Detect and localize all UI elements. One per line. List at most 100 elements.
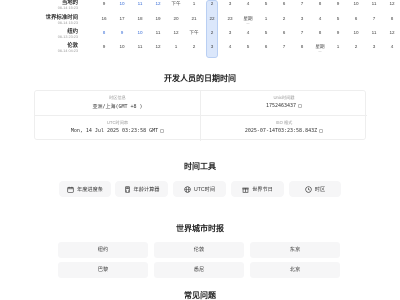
timezone-date-time: 06-14 15:23 <box>57 21 78 25</box>
hour-value: 8 <box>390 16 394 21</box>
hour-cell[interactable]: 18 <box>134 16 146 28</box>
hour-value: 11 <box>137 1 143 6</box>
hour-cell[interactable]: 3 <box>224 1 236 13</box>
hour-cell[interactable]: 2 <box>206 1 218 13</box>
copy-icon[interactable] <box>298 103 303 108</box>
hour-cell[interactable]: 11 <box>134 1 146 13</box>
hour-cell[interactable]: 10 <box>350 30 362 42</box>
hour-cell[interactable]: 星期一 <box>242 16 254 28</box>
hour-cell[interactable]: 4 <box>242 1 254 13</box>
hour-cell[interactable]: 22 <box>206 16 218 28</box>
city-beijing[interactable]: 北京 <box>250 262 340 278</box>
hour-cell[interactable]: 5 <box>332 16 344 28</box>
hour-cell[interactable]: 8 <box>314 1 326 13</box>
hour-value: 2 <box>282 16 286 21</box>
hour-cells: 16 17 18 19 20 21 22 23 星期一 1 2 3 4 5 6 7 8 <box>98 15 398 29</box>
age-calculator-label: 年龄计算器 <box>133 186 160 193</box>
hour-cell[interactable]: 8 <box>98 30 110 42</box>
age-calculator-button[interactable]: 年龄计算器 <box>115 181 168 197</box>
hour-cell[interactable]: 6 <box>278 1 290 13</box>
hour-value: 9 <box>336 1 340 6</box>
hour-cell[interactable]: 4 <box>242 30 254 42</box>
hour-cell[interactable]: 12 <box>386 30 398 42</box>
copy-icon[interactable] <box>319 128 324 133</box>
copy-icon[interactable] <box>160 128 165 133</box>
hour-cell[interactable]: 20 <box>170 16 182 28</box>
world-holidays-button[interactable]: 世界节日 <box>231 181 284 197</box>
hour-cell[interactable]: 8 <box>296 44 308 56</box>
timezone-button[interactable]: 时区 <box>289 181 341 197</box>
hour-cell[interactable]: 10 <box>116 1 128 13</box>
city-sydney[interactable]: 悉尼 <box>154 262 244 278</box>
hour-cell[interactable]: 11 <box>368 1 380 13</box>
hour-cell[interactable]: 4 <box>386 44 398 56</box>
hour-cell[interactable]: 19 <box>152 16 164 28</box>
hour-cell[interactable]: 7 <box>296 30 308 42</box>
hour-cell[interactable]: 4 <box>314 16 326 28</box>
hour-cell[interactable]: 5 <box>260 30 272 42</box>
year-progress-label: 年度进度条 <box>77 186 103 193</box>
city-new-york[interactable]: 纽约 <box>58 242 148 258</box>
hour-value: 7 <box>282 44 286 49</box>
hour-cell[interactable]: 5 <box>260 1 272 13</box>
hour-cell[interactable]: 6 <box>278 30 290 42</box>
year-progress-button[interactable]: 年度进度条 <box>59 181 111 197</box>
timezone-comparison-strip: 当地的 06-14 15:23 9 10 11 12 下午 1 2 3 4 5 6 7 8 9 10 11 12 世界… <box>0 0 400 58</box>
hour-cell[interactable]: 3 <box>296 16 308 28</box>
hour-cell[interactable]: 1 <box>188 1 200 13</box>
hour-cell[interactable]: 5 <box>242 44 254 56</box>
hour-cell[interactable]: 11 <box>134 44 146 56</box>
hour-cell[interactable]: 10 <box>134 30 146 42</box>
hour-value: 9 <box>120 30 124 35</box>
hour-cell[interactable]: 4 <box>224 44 236 56</box>
hour-cell[interactable]: 3 <box>224 30 236 42</box>
hour-cell[interactable]: 17 <box>116 16 128 28</box>
hour-cell[interactable]: 9 <box>332 1 344 13</box>
hour-cell[interactable]: 12 <box>386 1 398 13</box>
hour-cell[interactable]: 21 <box>188 16 200 28</box>
hour-cell[interactable]: 6 <box>350 16 362 28</box>
hour-cell[interactable]: 10 <box>116 44 128 56</box>
hour-cell[interactable]: 7 <box>368 16 380 28</box>
hour-cell[interactable]: 11 <box>368 30 380 42</box>
hour-cell[interactable]: 23 <box>224 16 236 28</box>
hour-cell[interactable]: 2 <box>206 30 218 42</box>
hour-cell[interactable]: 星期一 <box>314 44 326 56</box>
hour-cell[interactable]: 3 <box>368 44 380 56</box>
hour-cell[interactable]: 8 <box>314 30 326 42</box>
hour-cell[interactable]: 9 <box>98 1 110 13</box>
hour-value: 12 <box>155 44 161 49</box>
hour-cell[interactable]: 下午 <box>170 1 182 13</box>
hour-cell[interactable]: 下午 <box>188 30 200 42</box>
hour-cell[interactable]: 16 <box>98 16 110 28</box>
hour-cell[interactable]: 6 <box>260 44 272 56</box>
world-holidays-label: 世界节日 <box>252 186 273 193</box>
hour-cell[interactable]: 2 <box>350 44 362 56</box>
hour-cell[interactable]: 12 <box>152 1 164 13</box>
hour-cell[interactable]: 11 <box>152 30 164 42</box>
hour-cell[interactable]: 7 <box>278 44 290 56</box>
city-paris[interactable]: 巴黎 <box>58 262 148 278</box>
hour-cell[interactable]: 7 <box>296 1 308 13</box>
hour-cell[interactable]: 10 <box>350 1 362 13</box>
unix-timestamp-cell[interactable]: Unix时间戳 1752463437 <box>201 91 367 116</box>
hour-value: 12 <box>389 30 395 35</box>
iso-format-cell[interactable]: ISO 格式 2025-07-14T03:23:58.843Z <box>201 116 367 141</box>
hour-cell[interactable]: 9 <box>116 30 128 42</box>
utc-time-button[interactable]: UTC时间 <box>173 181 226 197</box>
hour-cell[interactable]: 2 <box>278 16 290 28</box>
hour-cell[interactable]: 9 <box>332 30 344 42</box>
utc-string-cell[interactable]: UTC时间串 Mon, 14 Jul 2025 03:23:58 GMT <box>35 116 201 141</box>
hour-cell[interactable]: 1 <box>332 44 344 56</box>
hour-cell[interactable]: 2 <box>188 44 200 56</box>
hour-cells: 9 10 11 12 1 2 3 4 5 6 7 8 星期一 1 2 3 4 <box>98 43 398 57</box>
city-london[interactable]: 伦敦 <box>154 242 244 258</box>
hour-cell[interactable]: 1 <box>260 16 272 28</box>
hour-cell[interactable]: 8 <box>386 16 398 28</box>
hour-cell[interactable]: 12 <box>170 30 182 42</box>
hour-cell[interactable]: 12 <box>152 44 164 56</box>
hour-cell[interactable]: 1 <box>170 44 182 56</box>
hour-cell[interactable]: 9 <box>98 44 110 56</box>
hour-cell[interactable]: 3 <box>206 44 218 56</box>
city-tokyo[interactable]: 东京 <box>250 242 340 258</box>
